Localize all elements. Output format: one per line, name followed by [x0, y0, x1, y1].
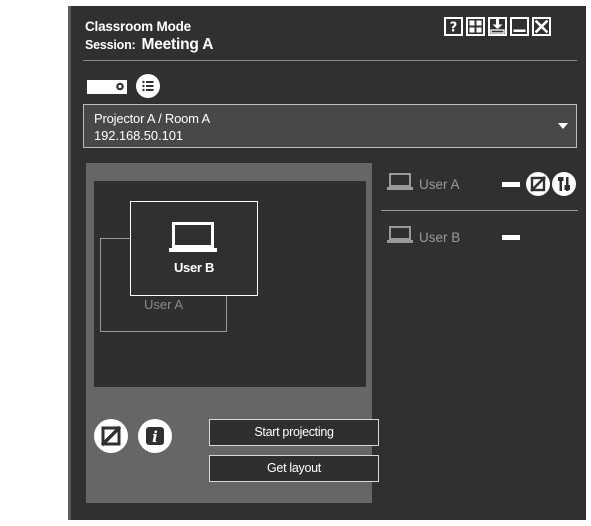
- session-line: Session: Meeting A: [85, 36, 213, 54]
- user-b-window[interactable]: User B: [130, 201, 258, 296]
- projector-ip: 192.168.50.101: [94, 128, 183, 143]
- app-title: Classroom Mode: [85, 19, 191, 34]
- user-row-b[interactable]: User B: [384, 223, 580, 249]
- list-icon[interactable]: [136, 74, 160, 98]
- svg-text:i: i: [152, 428, 158, 446]
- laptop-icon: [169, 222, 217, 259]
- session-label: Session:: [85, 38, 136, 52]
- user-name: User A: [419, 177, 460, 192]
- get-layout-button[interactable]: Get layout: [209, 455, 379, 482]
- laptop-icon: [387, 226, 413, 249]
- tools-icon[interactable]: [552, 172, 576, 196]
- chevron-down-icon: [558, 123, 568, 129]
- stop-icon[interactable]: [526, 172, 550, 196]
- minimize-icon[interactable]: [510, 17, 529, 36]
- close-icon[interactable]: [532, 17, 551, 36]
- projector-name: Projector A / Room A: [94, 111, 210, 126]
- projector-icon[interactable]: [87, 79, 127, 99]
- user-row-a[interactable]: User A: [384, 170, 580, 196]
- stop-all-button[interactable]: [94, 419, 128, 453]
- user-a-window-label: User A: [143, 297, 183, 312]
- layout-panel: User A User B i Start projecting Get lay…: [86, 163, 379, 503]
- grid-layout-icon[interactable]: [466, 17, 485, 36]
- download-icon[interactable]: [488, 17, 507, 36]
- laptop-icon: [387, 173, 413, 196]
- projection-canvas[interactable]: User A User B: [94, 181, 366, 387]
- help-icon[interactable]: ?: [444, 17, 463, 36]
- status-indicator: [502, 235, 520, 240]
- start-projecting-button[interactable]: Start projecting: [209, 419, 379, 446]
- svg-text:?: ?: [450, 21, 458, 35]
- window-toolbar: ?: [444, 17, 551, 36]
- user-b-window-label: User B: [173, 260, 215, 275]
- projector-select[interactable]: Projector A / Room A 192.168.50.101: [83, 104, 577, 148]
- user-name: User B: [419, 230, 461, 245]
- classroom-mode-window: Classroom Mode Session: Meeting A ? Proje…: [68, 6, 586, 520]
- info-button[interactable]: i: [138, 419, 172, 453]
- status-indicator: [502, 182, 520, 187]
- session-name: Meeting A: [141, 36, 214, 53]
- header-divider: [83, 60, 577, 61]
- user-list-divider: [381, 210, 578, 211]
